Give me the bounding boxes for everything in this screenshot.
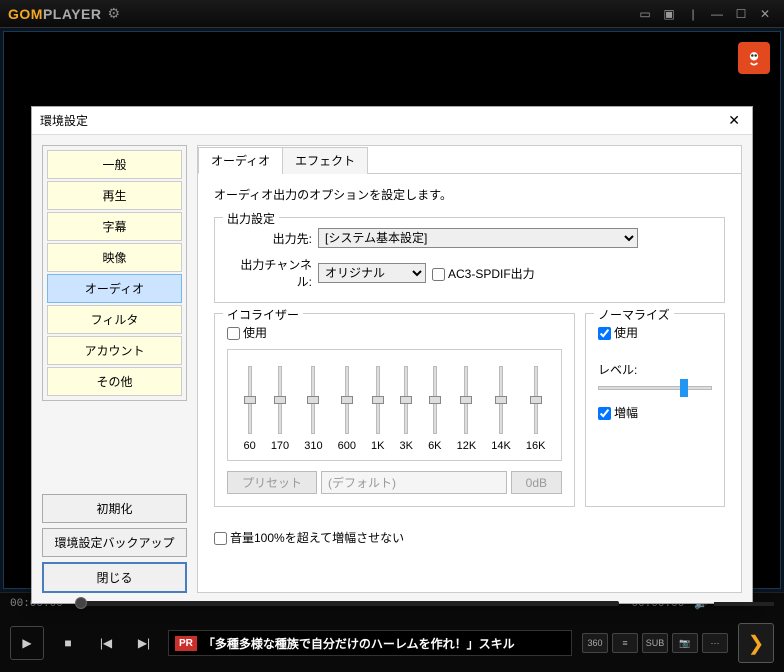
preferences-dialog: 環境設定 ✕ 一般 再生 字幕 映像 オーディオ フィルタ アカウント その他 … (31, 106, 753, 604)
eq-slider-60[interactable] (248, 366, 252, 434)
ac3-spdif-checkbox[interactable]: AC3-SPDIF出力 (432, 265, 535, 282)
maximize-icon[interactable]: ☐ (730, 5, 752, 23)
sidebar-item-playback[interactable]: 再生 (47, 181, 182, 210)
output-channel-label: 出力チャンネル: (227, 256, 312, 290)
next-track-button[interactable]: ▶| (130, 629, 158, 657)
subtitle-button[interactable]: SUB (642, 633, 668, 653)
eq-slider-600[interactable] (345, 366, 349, 434)
stop-button[interactable]: ■ (54, 629, 82, 657)
normalize-level-slider[interactable] (598, 386, 712, 390)
eq-use-checkbox[interactable]: 使用 (227, 326, 267, 340)
close-window-icon[interactable]: ✕ (754, 5, 776, 23)
eq-slider-1k[interactable] (376, 366, 380, 434)
gom-badge-icon (738, 42, 770, 74)
more-button[interactable]: ⋯ (702, 633, 728, 653)
preset-combo: (デフォルト) (321, 471, 507, 494)
dialog-title: 環境設定 (40, 112, 88, 129)
equalizer-title: イコライザー (223, 306, 303, 323)
eq-slider-14k[interactable] (499, 366, 503, 434)
capture-button[interactable]: 📷 (672, 633, 698, 653)
close-dialog-button[interactable]: 閉じる (42, 562, 187, 593)
normalize-amp-checkbox[interactable]: 増幅 (598, 406, 638, 420)
rotate-button[interactable]: 360 (582, 633, 608, 653)
output-dest-select[interactable]: [システム基本設定] (318, 228, 638, 248)
news-text: 「多種多様な種族で自分だけのハーレムを作れ！」スキル (203, 635, 515, 652)
eq-slider-310[interactable] (311, 366, 315, 434)
sidebar-item-other[interactable]: その他 (47, 367, 182, 396)
limit-volume-checkbox[interactable]: 音量100%を超えて増幅させない (214, 531, 404, 545)
play-button[interactable]: ▶ (10, 626, 44, 660)
backup-button[interactable]: 環境設定バックアップ (42, 528, 187, 557)
output-settings-title: 出力設定 (223, 210, 279, 227)
side-panel-button[interactable]: ❯ (738, 623, 774, 663)
divider: | (682, 5, 704, 23)
eq-slider-6k[interactable] (433, 366, 437, 434)
sidebar-item-general[interactable]: 一般 (47, 150, 182, 179)
sidebar-item-subtitle[interactable]: 字幕 (47, 212, 182, 241)
normalize-level-label: レベル: (598, 361, 712, 378)
news-ticker[interactable]: PR 「多種多様な種族で自分だけのハーレムを作れ！」スキル (168, 630, 572, 656)
fullwin-icon[interactable]: ▣ (658, 5, 680, 23)
pr-badge: PR (175, 636, 197, 651)
gear-icon[interactable]: ⚙ (107, 5, 120, 22)
zero-db-button: 0dB (511, 471, 562, 494)
eq-slider-16k[interactable] (534, 366, 538, 434)
dialog-close-icon[interactable]: ✕ (724, 112, 744, 129)
minimize-icon[interactable]: — (706, 5, 728, 23)
tab-description: オーディオ出力のオプションを設定します。 (214, 186, 725, 203)
eq-slider-12k[interactable] (464, 366, 468, 434)
sidebar-item-video[interactable]: 映像 (47, 243, 182, 272)
reset-button[interactable]: 初期化 (42, 494, 187, 523)
volume-slider[interactable] (714, 602, 774, 606)
eq-sliders: 60 170 310 600 1K 3K 6K 12K 14K 16K (227, 349, 562, 461)
output-channel-select[interactable]: オリジナル (318, 263, 426, 283)
normalize-title: ノーマライズ (594, 306, 674, 323)
app-logo: GOMPLAYER (8, 6, 101, 22)
playlist-button[interactable]: ≡ (612, 633, 638, 653)
output-dest-label: 出力先: (227, 230, 312, 247)
compact-icon[interactable]: ▭ (634, 5, 656, 23)
sidebar-item-account[interactable]: アカウント (47, 336, 182, 365)
video-area: 環境設定 ✕ 一般 再生 字幕 映像 オーディオ フィルタ アカウント その他 … (3, 31, 781, 589)
normalize-use-checkbox[interactable]: 使用 (598, 326, 638, 340)
tab-effect[interactable]: エフェクト (282, 147, 368, 174)
preset-button: プリセット (227, 471, 317, 494)
tab-audio[interactable]: オーディオ (198, 147, 283, 174)
seek-bar[interactable] (75, 601, 620, 606)
eq-slider-3k[interactable] (404, 366, 408, 434)
sidebar-item-filter[interactable]: フィルタ (47, 305, 182, 334)
eq-slider-170[interactable] (278, 366, 282, 434)
sidebar-item-audio[interactable]: オーディオ (47, 274, 182, 303)
prev-button[interactable]: |◀ (92, 629, 120, 657)
